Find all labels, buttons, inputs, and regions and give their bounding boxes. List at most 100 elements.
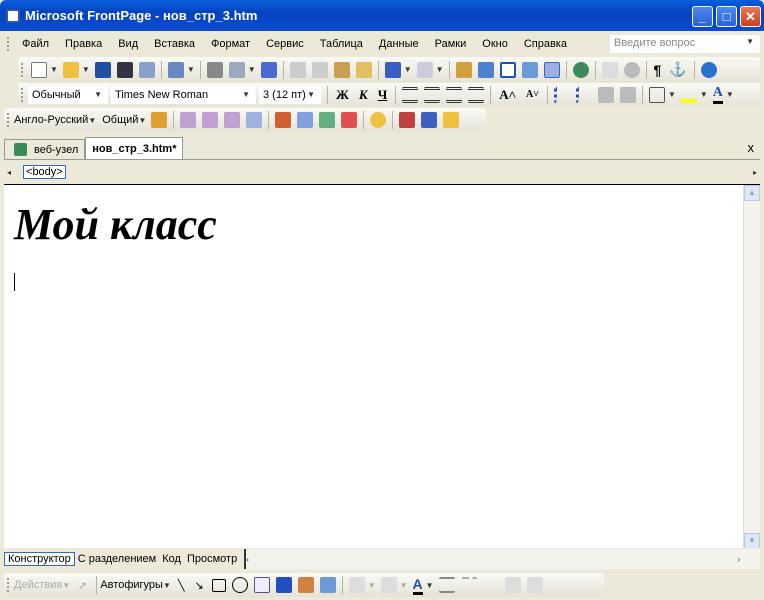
scroll-right-icon[interactable]: ▸ — [753, 168, 757, 177]
open-folder-icon[interactable] — [62, 61, 79, 78]
minimize-button[interactable]: _ — [692, 6, 713, 27]
vertical-scrollbar[interactable]: ▲ ▼ — [743, 185, 760, 549]
font-color-icon[interactable]: A — [712, 85, 723, 104]
redo-icon[interactable] — [416, 61, 433, 78]
align-right-icon[interactable] — [446, 86, 463, 103]
scroll-down-button[interactable]: ▼ — [744, 533, 760, 549]
scroll-left-icon[interactable]: ◂ — [7, 168, 11, 177]
style-select[interactable]: Обычный ▼ — [28, 85, 108, 104]
tool-icon[interactable] — [370, 112, 387, 128]
highlight-icon[interactable] — [680, 87, 697, 103]
tool-icon[interactable] — [180, 112, 197, 128]
view-design[interactable]: Конструктор — [4, 552, 75, 566]
design-editor[interactable]: Мой класс ▲ ▼ — [4, 184, 760, 549]
menu-frames[interactable]: Рамки — [427, 38, 475, 50]
help-icon[interactable] — [443, 112, 460, 128]
menu-file[interactable]: Файл — [14, 38, 57, 50]
select-pointer-icon[interactable]: ➚ — [78, 579, 87, 592]
3d-icon[interactable] — [526, 577, 543, 593]
show-all-icon[interactable]: ¶ — [654, 62, 662, 78]
dash-style-icon[interactable] — [460, 577, 477, 593]
shadow-icon[interactable] — [504, 577, 521, 593]
decrease-indent-icon[interactable] — [597, 86, 614, 103]
new-page-icon[interactable] — [31, 61, 47, 78]
menu-window[interactable]: Окно — [474, 38, 516, 50]
toolbar-grip[interactable] — [7, 37, 10, 51]
actions-dropdown[interactable]: Действия — [14, 579, 62, 591]
line-color-icon[interactable] — [380, 577, 397, 593]
tab-website[interactable]: веб-узел — [4, 139, 86, 159]
menu-edit[interactable]: Правка — [57, 38, 110, 50]
clipart-icon[interactable] — [297, 577, 314, 593]
drawing-icon[interactable] — [543, 61, 560, 78]
views-icon[interactable] — [167, 61, 184, 78]
refresh-icon[interactable] — [601, 61, 618, 78]
view-split[interactable]: С разделением — [75, 553, 160, 565]
books-icon[interactable] — [275, 112, 292, 128]
arrow-style-icon[interactable] — [483, 577, 499, 593]
preview-icon[interactable] — [228, 61, 245, 78]
format-painter-icon[interactable] — [355, 61, 372, 78]
translate-icon[interactable] — [151, 112, 168, 128]
general-dropdown[interactable]: Общий — [102, 114, 138, 126]
bold-button[interactable]: Ж — [336, 87, 349, 103]
menu-tools[interactable]: Сервис — [258, 38, 312, 50]
horizontal-scrollbar[interactable]: ‹ › — [244, 549, 760, 569]
toolbar-grip[interactable] — [21, 62, 24, 77]
scroll-right-icon[interactable]: › — [737, 555, 740, 564]
view-preview[interactable]: Просмотр — [184, 553, 240, 565]
web-component-icon[interactable] — [455, 61, 472, 78]
underline-button[interactable]: Ч — [378, 87, 388, 103]
wordart-icon[interactable] — [275, 577, 292, 593]
tool-icon[interactable] — [224, 112, 241, 128]
maximize-button[interactable]: □ — [716, 6, 737, 27]
insert-layer-icon[interactable] — [499, 61, 516, 78]
spelling-icon[interactable] — [260, 61, 277, 78]
line-style-icon[interactable] — [438, 577, 455, 593]
view-code[interactable]: Код — [159, 553, 184, 565]
ask-question-input[interactable]: Введите вопрос ▼ — [610, 35, 760, 53]
menu-table[interactable]: Таблица — [312, 38, 371, 50]
autoshapes-dropdown[interactable]: Автофигуры — [100, 579, 163, 591]
paste-icon[interactable] — [333, 61, 350, 78]
increase-indent-icon[interactable] — [619, 86, 636, 103]
menu-format[interactable]: Формат — [203, 38, 258, 50]
picture-icon[interactable] — [319, 577, 336, 593]
undo-icon[interactable] — [384, 61, 401, 78]
scroll-left-icon[interactable]: ‹ — [246, 555, 249, 564]
rectangle-icon[interactable] — [211, 578, 226, 592]
print-icon[interactable] — [206, 61, 223, 78]
italic-button[interactable]: К — [359, 87, 368, 103]
tools-icon[interactable] — [421, 112, 438, 128]
borders-icon[interactable] — [648, 86, 665, 103]
save-icon[interactable] — [94, 61, 111, 78]
dictionary-dropdown[interactable]: Англо-Русский — [14, 114, 88, 126]
stop-icon[interactable] — [623, 61, 640, 78]
decrease-font-icon[interactable]: A˅ — [526, 89, 539, 100]
tool-icon[interactable] — [246, 112, 263, 128]
check-icon[interactable] — [319, 112, 336, 128]
toolbar-grip[interactable] — [7, 113, 10, 127]
anchor-icon[interactable]: ⚓ — [669, 61, 686, 78]
menu-data[interactable]: Данные — [371, 38, 427, 50]
menu-help[interactable]: Справка — [516, 38, 575, 50]
line-icon[interactable]: ╲ — [178, 579, 185, 592]
fill-color-icon[interactable] — [348, 577, 365, 593]
align-center-icon[interactable] — [424, 86, 441, 103]
tool-icon[interactable] — [297, 112, 314, 128]
textbox-icon[interactable] — [253, 577, 270, 593]
toolbar-grip[interactable] — [7, 578, 10, 592]
justify-icon[interactable] — [468, 86, 485, 103]
alert-icon[interactable] — [341, 112, 358, 128]
insert-picture-icon[interactable] — [521, 61, 538, 78]
numbering-icon[interactable] — [553, 86, 570, 103]
body-tag[interactable]: <body> — [23, 165, 66, 179]
arrow-icon[interactable]: ↘ — [194, 579, 203, 592]
close-tab-button[interactable]: x — [748, 140, 755, 155]
scroll-up-button[interactable]: ▲ — [744, 185, 760, 201]
tab-page[interactable]: нов_стр_3.htm* — [85, 137, 184, 159]
insert-table-icon[interactable] — [477, 61, 494, 78]
cut-icon[interactable] — [289, 61, 306, 78]
find-icon[interactable] — [116, 61, 133, 78]
menu-view[interactable]: Вид — [110, 38, 146, 50]
